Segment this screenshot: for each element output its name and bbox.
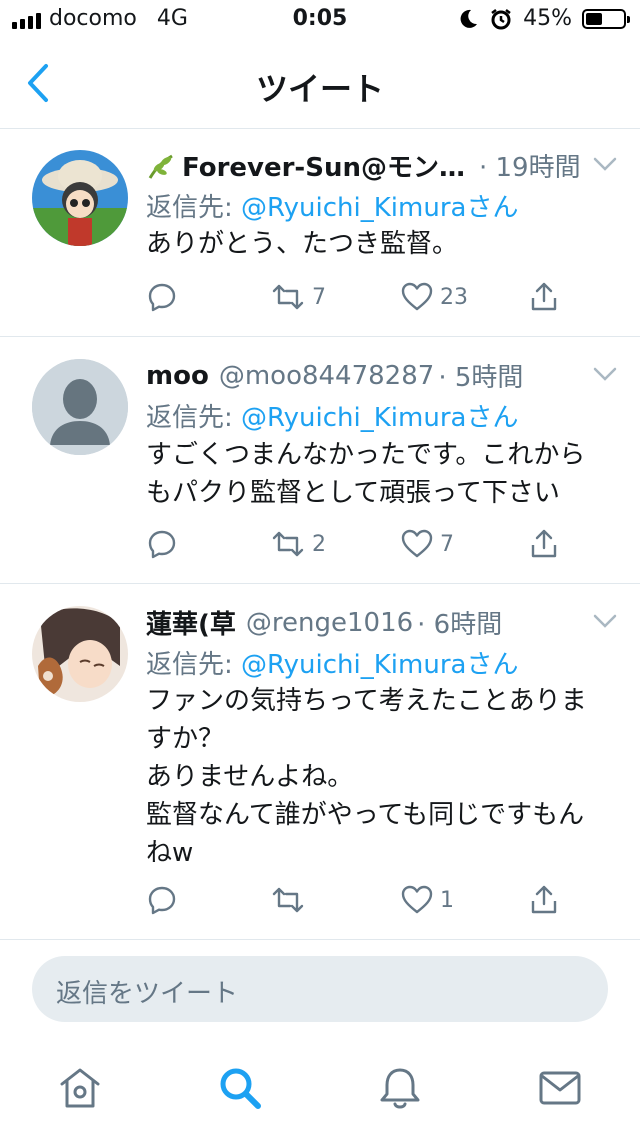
reply-prefix: 返信先: xyxy=(146,193,242,223)
share-icon xyxy=(531,529,557,558)
tweet-header: moo @moo84478287 · 5時間 xyxy=(146,357,620,394)
tab-notifications[interactable] xyxy=(376,1064,424,1112)
reply-context: 返信先: @Ryuichi_Kimuraさん xyxy=(146,187,518,224)
search-icon xyxy=(220,1068,261,1109)
tab-home[interactable] xyxy=(56,1064,104,1112)
tweet-item[interactable]: Forever-Sun@モン… · 19時間 返信先: @Ryuichi_Kim… xyxy=(0,129,640,337)
retweet-button[interactable] xyxy=(270,884,312,916)
status-right: 45% xyxy=(457,6,630,31)
chevron-down-icon[interactable] xyxy=(590,606,620,636)
tweet-text: すごくつまんなかったです。これから もパクり監督として頑張って下さい xyxy=(146,440,586,508)
like-button[interactable]: 1 xyxy=(400,884,454,916)
reply-button[interactable] xyxy=(146,884,184,916)
moon-icon xyxy=(460,9,478,28)
reply-prefix: 返信先: xyxy=(146,650,242,680)
reply-icon xyxy=(148,283,176,312)
tweet-text: ファンの気持ちって考えたことありま すか？ ありませんよね。 監督なんて誰がやっ… xyxy=(146,686,587,868)
heart-icon xyxy=(401,885,433,914)
tweet-author-handle[interactable]: @renge1016 xyxy=(246,608,413,638)
status-bar: docomo 4G 0:05 45% xyxy=(0,0,640,40)
avatar[interactable] xyxy=(32,359,128,455)
share-icon xyxy=(531,282,557,311)
share-button[interactable] xyxy=(528,281,560,313)
retweet-button[interactable]: 7 xyxy=(270,281,326,313)
tweet-actions: 2 7 xyxy=(146,528,586,568)
like-count: 23 xyxy=(440,284,468,310)
share-button[interactable] xyxy=(528,528,560,560)
reply-placeholder: 返信をツイート xyxy=(56,979,239,1009)
reply-button[interactable] xyxy=(146,528,184,560)
battery-icon xyxy=(582,8,630,29)
leaf-icon xyxy=(148,154,173,179)
tweet-header: 蓮華(草 @renge1016 · 6時間 xyxy=(146,604,620,641)
alarm-icon xyxy=(491,8,511,29)
retweet-icon xyxy=(272,284,304,310)
reply-input[interactable]: 返信をツイート xyxy=(32,956,608,1022)
tweet-author-name[interactable]: 蓮華(草 xyxy=(146,604,236,641)
avatar[interactable] xyxy=(32,150,128,246)
like-button[interactable]: 7 xyxy=(400,528,454,560)
tweet-item[interactable]: moo @moo84478287 · 5時間 返信先: @Ryuichi_Kim… xyxy=(0,337,640,584)
chevron-down-icon[interactable] xyxy=(590,359,620,389)
heart-icon xyxy=(401,282,433,311)
retweet-count: 2 xyxy=(312,531,326,557)
like-count: 7 xyxy=(440,531,454,557)
reply-button[interactable] xyxy=(146,281,184,313)
retweet-icon xyxy=(272,887,304,913)
retweet-icon xyxy=(272,531,304,557)
reply-icon xyxy=(148,886,176,915)
tweet-author-name[interactable]: moo xyxy=(146,361,209,391)
share-icon xyxy=(531,885,557,914)
tweet-header: Forever-Sun@モン… · 19時間 xyxy=(146,147,620,184)
tab-messages[interactable] xyxy=(536,1064,584,1112)
like-count: 1 xyxy=(440,887,454,913)
tweet-time: · 6時間 xyxy=(417,610,503,640)
avatar-image xyxy=(32,150,128,246)
reply-mention-link[interactable]: @Ryuichi_Kimuraさん xyxy=(241,403,518,433)
heart-icon xyxy=(401,529,433,558)
like-button[interactable]: 23 xyxy=(400,281,468,313)
nav-bar: ツイート xyxy=(0,40,640,129)
tweet-time: · 5時間 xyxy=(438,363,524,393)
battery-level xyxy=(586,12,602,25)
tweet-item[interactable]: 蓮華(草 @renge1016 · 6時間 返信先: @Ryuichi_Kimu… xyxy=(0,584,640,940)
retweet-button[interactable]: 2 xyxy=(270,528,326,560)
tweet-actions: 1 xyxy=(146,884,586,924)
avatar-image xyxy=(32,606,128,702)
reply-context: 返信先: @Ryuichi_Kimuraさん xyxy=(146,644,518,681)
reply-icon xyxy=(148,530,176,559)
tweet-author-handle[interactable]: @moo84478287 xyxy=(219,361,434,391)
battery-percent: 45% xyxy=(523,6,572,31)
notifications-icon xyxy=(380,1068,420,1109)
share-button[interactable] xyxy=(528,884,560,916)
reply-mention-link[interactable]: @Ryuichi_Kimuraさん xyxy=(241,650,518,680)
reply-context: 返信先: @Ryuichi_Kimuraさん xyxy=(146,397,518,434)
tweet-time: · 19時間 xyxy=(478,153,581,183)
tweet-text: ありがとう、たつき監督。 xyxy=(146,229,459,259)
tab-bar xyxy=(0,1050,640,1136)
messages-icon xyxy=(539,1071,581,1105)
chevron-down-icon[interactable] xyxy=(590,149,620,179)
reply-prefix: 返信先: xyxy=(146,403,242,433)
page-title: ツイート xyxy=(255,70,384,108)
tab-search[interactable] xyxy=(216,1064,264,1112)
reply-mention-link[interactable]: @Ryuichi_Kimuraさん xyxy=(241,193,518,223)
tweet-author-name[interactable]: Forever-Sun@モン… xyxy=(182,147,465,184)
default-avatar-icon xyxy=(32,359,128,455)
home-icon xyxy=(60,1068,100,1108)
retweet-count: 7 xyxy=(312,284,326,310)
avatar[interactable] xyxy=(32,606,128,702)
tweet-actions: 7 23 xyxy=(146,281,586,321)
